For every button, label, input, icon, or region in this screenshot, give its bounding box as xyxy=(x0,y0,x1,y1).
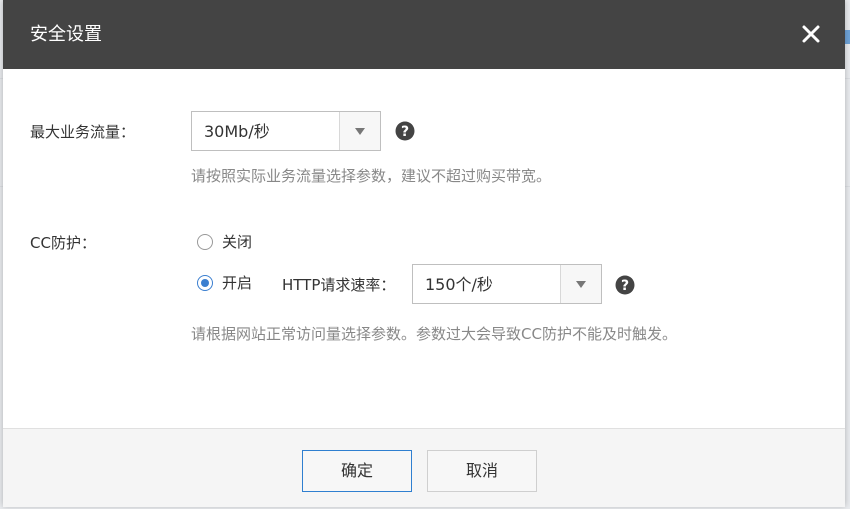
dialog-header: 安全设置 xyxy=(3,0,845,69)
cc-on-label[interactable]: 开启 xyxy=(222,273,252,293)
cc-off-radio[interactable] xyxy=(197,234,213,250)
cc-off-label[interactable]: 关闭 xyxy=(222,232,252,252)
http-rate-select-value: 150个/秒 xyxy=(425,275,493,294)
svg-text:?: ? xyxy=(621,278,629,294)
bandwidth-hint: 请按照实际业务流量选择参数，建议不超过购买带宽。 xyxy=(191,167,552,185)
security-settings-dialog: 安全设置 最大业务流量： 30Mb/秒 ? 请按照实际业务流量选择参数，建议不超… xyxy=(3,0,845,507)
dialog-title: 安全设置 xyxy=(30,24,102,45)
bandwidth-select[interactable]: 30Mb/秒 xyxy=(191,111,381,151)
bandwidth-label: 最大业务流量： xyxy=(30,123,136,141)
bandwidth-help-icon[interactable]: ? xyxy=(395,121,415,141)
svg-text:?: ? xyxy=(401,124,409,140)
cc-protection-label: CC防护： xyxy=(30,234,96,252)
cc-hint: 请根据网站正常访问量选择参数。参数过大会导致CC防护不能及时触发。 xyxy=(191,325,677,343)
cancel-button[interactable]: 取消 xyxy=(427,450,537,492)
dropdown-arrow-icon xyxy=(339,112,380,150)
dropdown-arrow-icon xyxy=(560,265,601,303)
dialog-footer: 确定 取消 xyxy=(3,428,845,507)
confirm-button[interactable]: 确定 xyxy=(302,450,412,492)
close-button[interactable] xyxy=(799,22,823,46)
http-rate-label: HTTP请求速率： xyxy=(282,276,396,294)
http-rate-select[interactable]: 150个/秒 xyxy=(412,264,602,304)
close-icon xyxy=(802,25,820,43)
cc-on-radio[interactable] xyxy=(197,275,213,291)
bandwidth-select-value: 30Mb/秒 xyxy=(204,122,270,141)
http-rate-help-icon[interactable]: ? xyxy=(615,275,635,295)
